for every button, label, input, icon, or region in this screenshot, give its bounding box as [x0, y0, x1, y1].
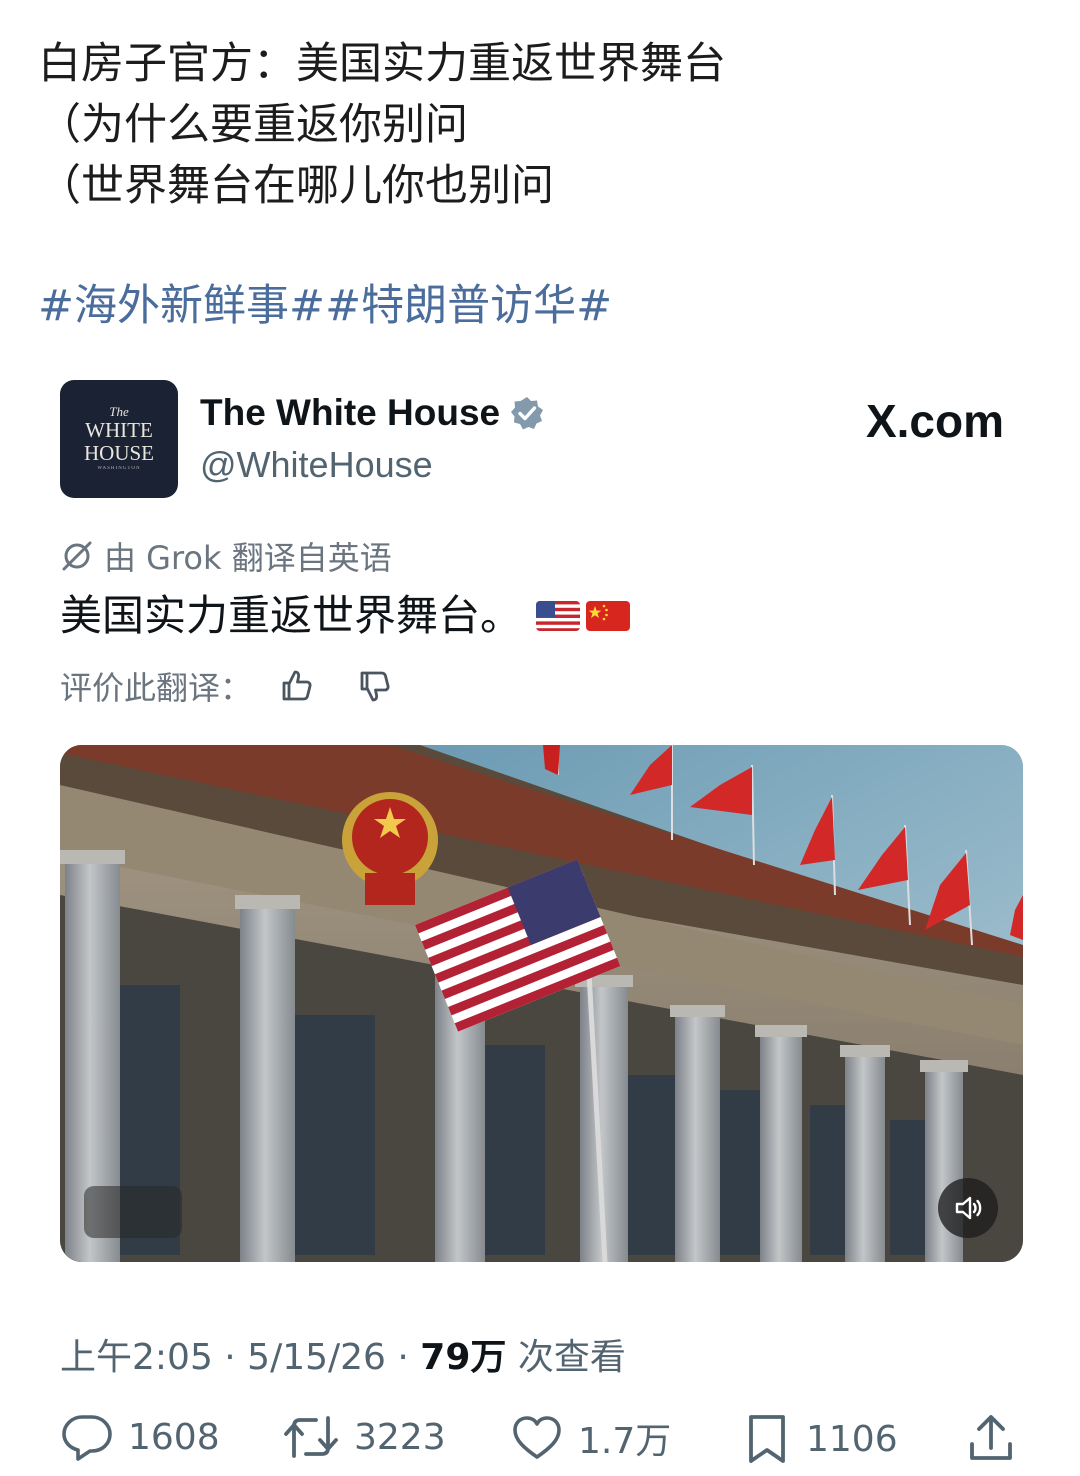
view-count: 79万 — [420, 1337, 507, 1378]
post-line-2: （为什么要重返你别问 — [38, 100, 468, 150]
grok-translation-label: 由 Grok 翻译自英语 — [60, 533, 392, 579]
china-flag-icon — [586, 601, 631, 631]
speaker-icon — [955, 1196, 982, 1220]
share-icon — [970, 1415, 1012, 1460]
avatar-text-white: WHITE — [85, 418, 153, 442]
post-text: 白房子官方：美国实力重返世界舞台 （为什么要重返你别问 （世界舞台在哪儿你也别问 — [38, 34, 1038, 217]
like-button[interactable]: 1.7万 — [510, 1412, 671, 1464]
thumbs-up-icon[interactable] — [276, 666, 316, 706]
like-count: 1.7万 — [578, 1421, 672, 1462]
account-handle[interactable]: @WhiteHouse — [200, 444, 433, 486]
tweet-timestamp[interactable]: 上午2:05 · 5/15/26 · — [60, 1337, 420, 1378]
rate-label: 评价此翻译： — [60, 669, 253, 707]
thumbs-down-icon[interactable] — [354, 666, 394, 706]
heart-icon — [513, 1416, 561, 1459]
rate-translation: 评价此翻译： — [60, 663, 394, 709]
grok-label-text: 由 Grok 翻译自英语 — [104, 539, 392, 577]
great-hall-with-flags-image — [60, 745, 1023, 1262]
reply-button[interactable]: 1608 — [60, 1412, 220, 1462]
hashtag-link[interactable]: #特朗普访华# — [325, 281, 612, 331]
avatar[interactable]: The WHITE HOUSE WASHINGTON — [60, 380, 178, 498]
repost-button[interactable]: 3223 — [282, 1412, 446, 1462]
bookmark-count: 1106 — [806, 1418, 898, 1460]
share-button[interactable] — [966, 1412, 1016, 1466]
post-line-3: （世界舞台在哪儿你也别问 — [38, 161, 554, 211]
display-name: The White House — [200, 392, 501, 433]
tweet-text-content: 美国实力重返世界舞台。 — [60, 591, 523, 640]
bookmark-icon — [749, 1415, 785, 1463]
avatar-text-washington: WASHINGTON — [97, 466, 141, 471]
tweet-text: 美国实力重返世界舞台。 — [60, 588, 631, 644]
video-media[interactable] — [60, 745, 1023, 1262]
video-overlay-chip — [84, 1186, 182, 1238]
avatar-text-the: The — [109, 404, 129, 419]
avatar-text-house: HOUSE — [83, 441, 154, 465]
repost-icon — [284, 1416, 338, 1458]
hashtag-row: #海外新鲜事##特朗普访华# — [38, 276, 612, 336]
hashtag-link[interactable]: #海外新鲜事# — [38, 281, 325, 331]
grok-icon — [62, 541, 92, 571]
reply-icon — [62, 1415, 112, 1461]
action-bar: 1608 3223 1.7万 1106 — [60, 1412, 1020, 1476]
account-name[interactable]: The White House — [200, 392, 544, 434]
post-line-1: 白房子官方：美国实力重返世界舞台 — [38, 39, 726, 89]
verified-badge-icon — [511, 397, 544, 430]
view-suffix: 次查看 — [506, 1337, 626, 1378]
us-flag-icon — [536, 601, 581, 631]
mute-toggle-button[interactable] — [938, 1178, 998, 1238]
repost-count: 3223 — [354, 1416, 446, 1458]
tweet-meta: 上午2:05 · 5/15/26 · 79万 次查看 — [60, 1328, 626, 1380]
reply-count: 1608 — [128, 1416, 220, 1458]
bookmark-button[interactable]: 1106 — [742, 1412, 898, 1466]
x-com-logo: X.com — [865, 395, 1004, 447]
